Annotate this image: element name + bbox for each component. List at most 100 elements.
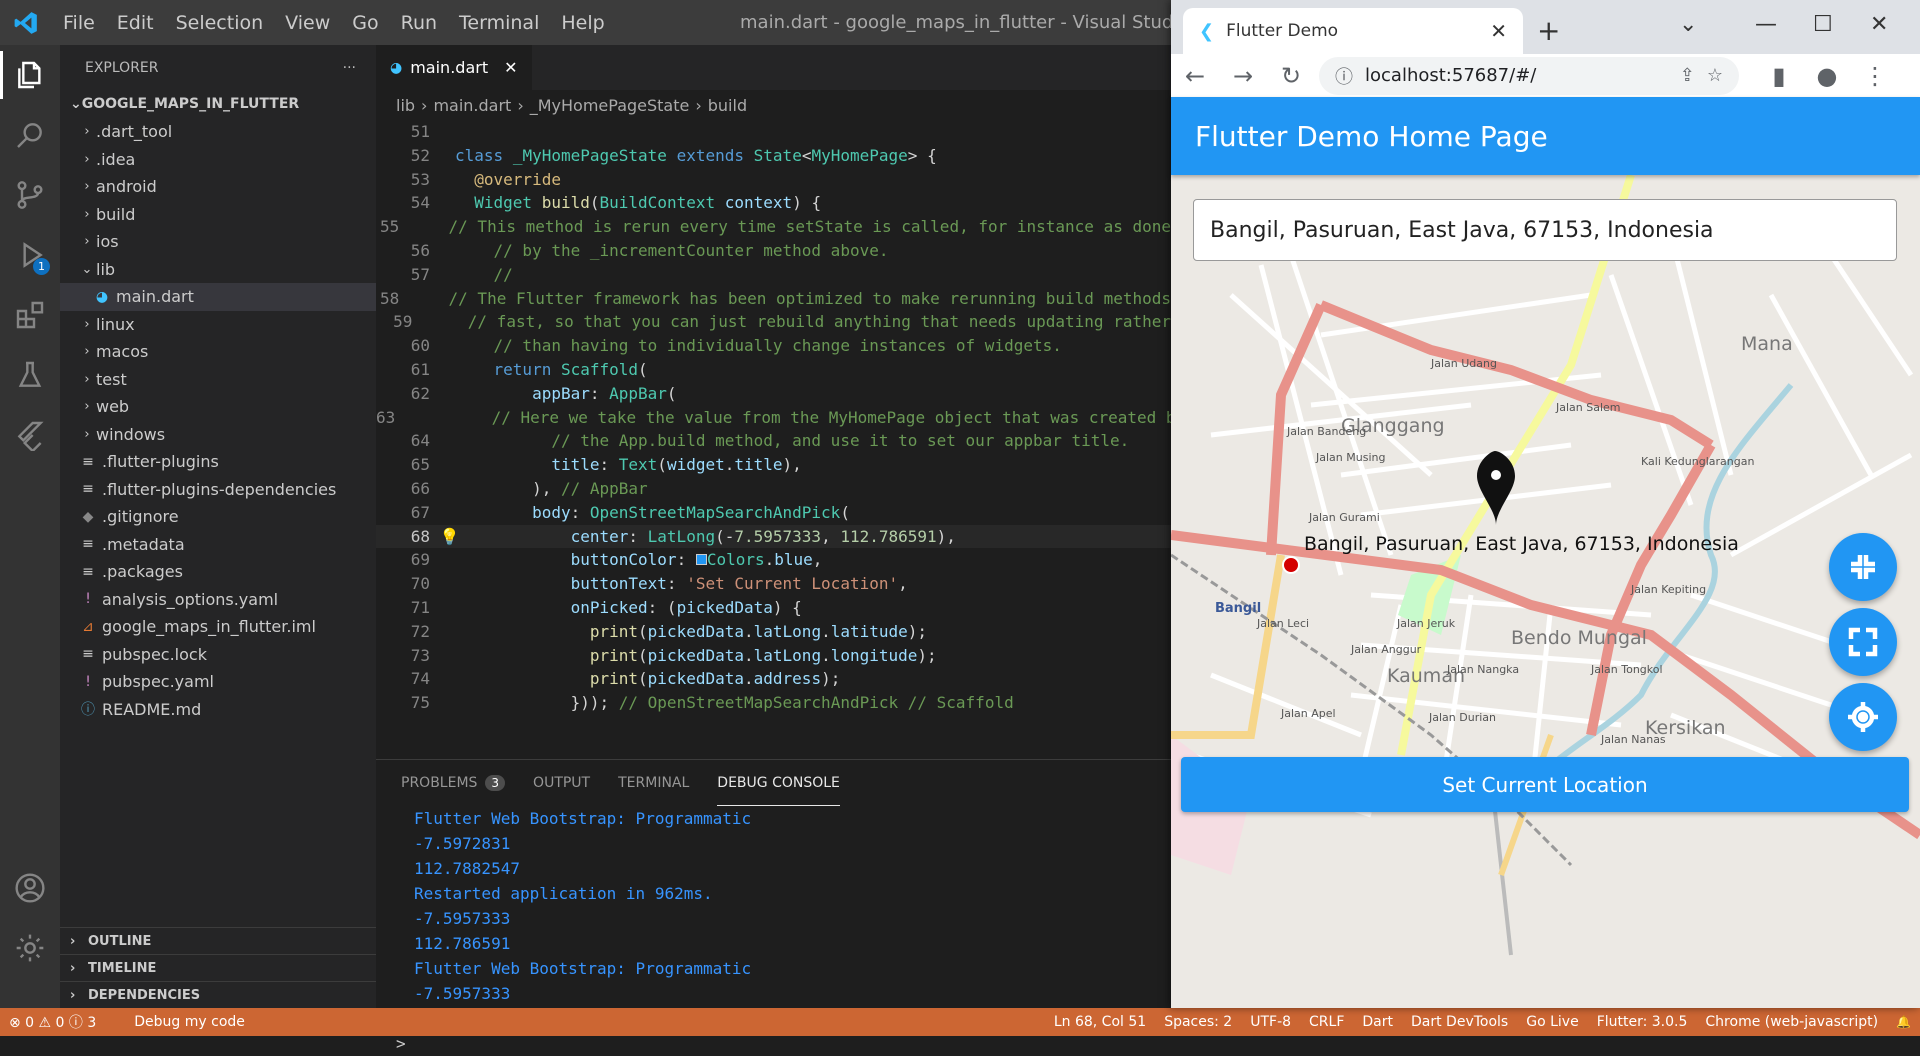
tree-item-label: .flutter-plugins — [102, 452, 219, 472]
menu-view[interactable]: View — [274, 12, 341, 34]
pane-outline[interactable]: › OUTLINE — [60, 927, 376, 954]
share-icon[interactable]: ⇪ — [1680, 65, 1695, 86]
tree-item--gitignore[interactable]: ◆ .gitignore — [60, 503, 376, 531]
pane-dependencies[interactable]: › DEPENDENCIES — [60, 981, 376, 1008]
menu-kebab-icon[interactable]: ⋮ — [1851, 62, 1899, 90]
pane-timeline[interactable]: › TIMELINE — [60, 954, 376, 981]
maximize-button[interactable]: ☐ — [1813, 12, 1833, 37]
settings-gear-icon[interactable] — [0, 918, 60, 978]
site-info-icon[interactable]: ⓘ — [1335, 63, 1353, 89]
tree-item-readme-md[interactable]: ⓘ README.md — [60, 696, 376, 724]
breadcrumb-item[interactable]: _MyHomePageState — [530, 96, 690, 115]
source-control-icon[interactable] — [0, 165, 60, 225]
problems-status[interactable]: ⊗ 0 ⚠ 0 ⓘ 3 — [0, 1012, 105, 1032]
back-icon[interactable]: ← — [1171, 62, 1219, 90]
tree-item-pubspec-yaml[interactable]: ! pubspec.yaml — [60, 668, 376, 696]
tree-item-test[interactable]: › test — [60, 366, 376, 394]
breadcrumb-item[interactable]: lib — [396, 96, 415, 115]
search-icon[interactable] — [0, 105, 60, 165]
debug-status[interactable]: Debug my code — [125, 1014, 254, 1030]
menu-file[interactable]: File — [52, 12, 106, 34]
tree-item-macos[interactable]: › macos — [60, 338, 376, 366]
menu-run[interactable]: Run — [390, 12, 448, 34]
menu-selection[interactable]: Selection — [165, 12, 275, 34]
line-number: 51 — [410, 122, 430, 141]
minimize-button[interactable]: — — [1755, 12, 1777, 37]
status-dart[interactable]: Dart — [1353, 1014, 1402, 1030]
tab-debug-console[interactable]: DEBUG CONSOLE — [717, 760, 840, 806]
tree-item-main-dart[interactable]: ◕ main.dart — [60, 283, 376, 311]
close-window-button[interactable]: ✕ — [1870, 12, 1888, 37]
notifications-bell-icon[interactable]: 🔔 — [1887, 1015, 1920, 1029]
menu-edit[interactable]: Edit — [106, 12, 165, 34]
tree-item--idea[interactable]: › .idea — [60, 146, 376, 174]
code-editor[interactable]: 51 52 class _MyHomePageState extends State… — [376, 120, 1171, 759]
side-panel-icon[interactable]: ▮ — [1755, 62, 1803, 90]
extensions-icon[interactable] — [0, 285, 60, 345]
code-text: // The Flutter framework has been optimi… — [448, 288, 1171, 308]
run-debug-icon[interactable]: 1 — [0, 225, 60, 285]
menu-terminal[interactable]: Terminal — [448, 12, 550, 34]
gutter — [430, 263, 455, 287]
breadcrumb-item[interactable]: build — [708, 96, 747, 115]
flutter-icon[interactable] — [0, 405, 60, 465]
gutter — [430, 477, 455, 501]
tab-main-dart[interactable]: ◕ main.dart ✕ — [376, 45, 532, 90]
tree-item--dart-tool[interactable]: › .dart_tool — [60, 118, 376, 146]
account-icon[interactable] — [0, 858, 60, 918]
console-line: -7.5957333 — [414, 984, 511, 1003]
status-go-live[interactable]: Go Live — [1517, 1014, 1587, 1030]
tree-item-linux[interactable]: › linux — [60, 311, 376, 339]
status-crlf[interactable]: CRLF — [1300, 1014, 1353, 1030]
tree-item--flutter-plugins-dependencies[interactable]: ≡ .flutter-plugins-dependencies — [60, 476, 376, 504]
bookmark-star-icon[interactable]: ☆ — [1707, 65, 1723, 86]
browser-tab[interactable]: ❮ Flutter Demo ✕ — [1183, 8, 1523, 54]
close-icon[interactable]: ✕ — [504, 58, 517, 77]
breadcrumb-item[interactable]: main.dart — [433, 96, 511, 115]
tree-item--metadata[interactable]: ≡ .metadata — [60, 531, 376, 559]
new-tab-button[interactable]: + — [1537, 14, 1560, 47]
set-current-location-button[interactable]: Set Current Location — [1181, 757, 1909, 812]
tree-item-web[interactable]: › web — [60, 393, 376, 421]
status-spaces-2[interactable]: Spaces: 2 — [1155, 1014, 1241, 1030]
status-utf-8[interactable]: UTF-8 — [1241, 1014, 1300, 1030]
address-bar[interactable]: ⓘ localhost:57687/#/ ⇪ ☆ — [1319, 56, 1739, 95]
status-ln-68-col-51[interactable]: Ln 68, Col 51 — [1045, 1014, 1155, 1030]
zoom-out-button[interactable] — [1829, 608, 1897, 676]
tab-problems[interactable]: PROBLEMS 3 — [401, 760, 506, 806]
breadcrumb-separator-icon: › — [517, 95, 524, 115]
files-icon[interactable] — [0, 45, 60, 105]
lightbulb-icon[interactable]: 💡 — [430, 525, 460, 549]
more-actions-icon[interactable]: ··· — [343, 60, 356, 76]
tree-item-label: pubspec.lock — [102, 644, 207, 664]
tree-item-lib[interactable]: ⌄ lib — [60, 256, 376, 284]
my-location-button[interactable] — [1829, 683, 1897, 751]
tab-terminal[interactable]: TERMINAL — [618, 760, 689, 806]
profile-avatar-icon[interactable]: ● — [1803, 62, 1851, 90]
tree-item-android[interactable]: › android — [60, 173, 376, 201]
zoom-in-button[interactable] — [1829, 533, 1897, 601]
tab-output[interactable]: OUTPUT — [533, 760, 590, 806]
sidebar-panes: › OUTLINE › TIMELINE › DEPENDENCIES — [60, 927, 376, 1008]
tree-item-ios[interactable]: › ios — [60, 228, 376, 256]
status-flutter-3-0-5[interactable]: Flutter: 3.0.5 — [1588, 1014, 1697, 1030]
close-tab-icon[interactable]: ✕ — [1490, 19, 1507, 43]
tree-item-pubspec-lock[interactable]: ≡ pubspec.lock — [60, 641, 376, 669]
status-dart-devtools[interactable]: Dart DevTools — [1402, 1014, 1517, 1030]
menu-go[interactable]: Go — [341, 12, 389, 34]
testing-icon[interactable] — [0, 345, 60, 405]
tree-item-build[interactable]: › build — [60, 201, 376, 229]
tab-search-icon[interactable]: ⌄ — [1679, 12, 1697, 37]
reload-icon[interactable]: ↻ — [1267, 62, 1315, 90]
tree-item--flutter-plugins[interactable]: ≡ .flutter-plugins — [60, 448, 376, 476]
tree-item-windows[interactable]: › windows — [60, 421, 376, 449]
project-folder[interactable]: ⌄ GOOGLE_MAPS_IN_FLUTTER — [60, 90, 376, 118]
tree-item-analysis-options-yaml[interactable]: ! analysis_options.yaml — [60, 586, 376, 614]
forward-icon[interactable]: → — [1219, 62, 1267, 90]
tree-item--packages[interactable]: ≡ .packages — [60, 558, 376, 586]
tree-item-google-maps-in-flutter-iml[interactable]: ⊿ google_maps_in_flutter.iml — [60, 613, 376, 641]
menu-help[interactable]: Help — [550, 12, 615, 34]
map-view[interactable]: Glanggang Bendo Mungal Kauman Kersikan Mana B… — [1171, 175, 1920, 1008]
location-search-input[interactable]: Bangil, Pasuruan, East Java, 67153, Indo… — [1193, 199, 1897, 261]
status-chrome-web-javascript-[interactable]: Chrome (web-javascript) — [1696, 1014, 1887, 1030]
